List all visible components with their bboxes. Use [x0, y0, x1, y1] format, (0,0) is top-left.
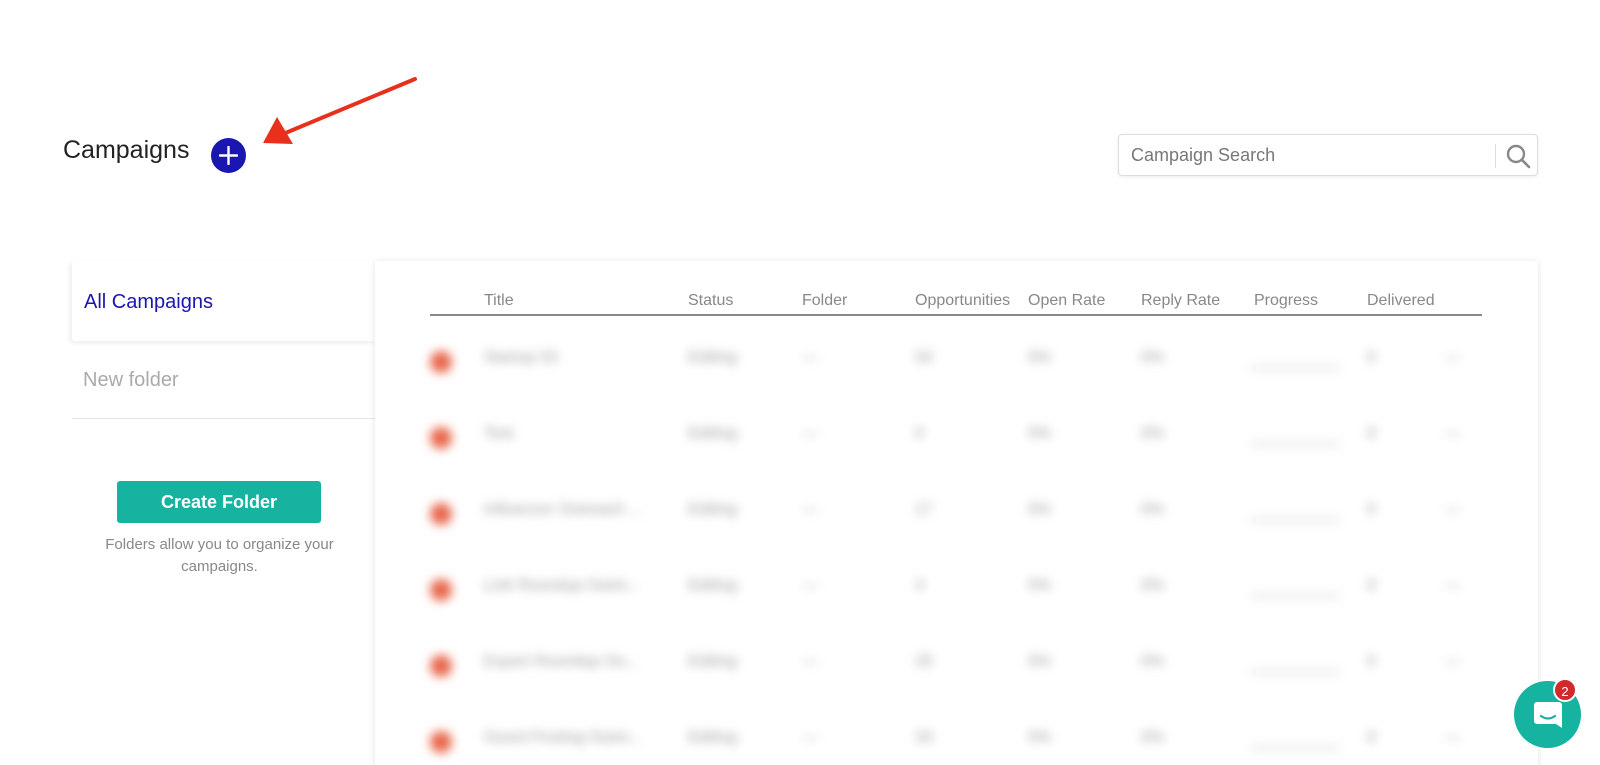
row-title[interactable]: Guest Posting Outre...	[484, 729, 642, 747]
row-folder: —	[802, 729, 818, 746]
folders-sidebar: All Campaigns New folder Create Folder F…	[72, 261, 375, 575]
row-opportunities: 26	[915, 653, 933, 670]
campaigns-table-panel: Title Status Folder Opportunities Open R…	[375, 261, 1538, 765]
row-progress	[1250, 581, 1340, 597]
table-row[interactable]: Test Editing — 0 0% 0% 0 —	[430, 399, 1482, 475]
row-delivered: 0	[1367, 501, 1376, 518]
status-dot-icon	[430, 731, 452, 753]
row-reply-rate: 0%	[1141, 425, 1165, 442]
row-open-rate: 0%	[1028, 425, 1052, 442]
row-folder: —	[802, 349, 818, 366]
row-folder: —	[802, 425, 818, 442]
folder-help-text: Folders allow you to organize your campa…	[105, 536, 334, 575]
row-delivered: 0	[1367, 425, 1376, 442]
column-header-progress[interactable]: Progress	[1254, 292, 1318, 310]
column-header-title[interactable]: Title	[484, 292, 514, 310]
row-delivered: 0	[1367, 349, 1376, 366]
chat-bubble-icon	[1534, 702, 1562, 728]
search-icon[interactable]	[1505, 143, 1531, 169]
row-progress	[1250, 429, 1340, 445]
row-open-rate: 0%	[1028, 577, 1052, 594]
row-title[interactable]: Link Roundup Outre...	[484, 577, 641, 595]
row-reply-rate: 0%	[1141, 501, 1165, 518]
row-open-rate: 0%	[1028, 501, 1052, 518]
table-row[interactable]: Link Roundup Outre... Editing — 3 0% 0% …	[430, 551, 1482, 627]
row-reply-rate: 0%	[1141, 729, 1165, 746]
row-actions[interactable]: —	[1445, 653, 1461, 671]
row-opportunities: 54	[915, 349, 933, 366]
row-open-rate: 0%	[1028, 653, 1052, 670]
row-actions[interactable]: —	[1445, 501, 1461, 519]
notification-badge: 2	[1553, 678, 1577, 702]
row-opportunities: 17	[915, 501, 933, 518]
row-progress	[1250, 353, 1340, 369]
table-row[interactable]: Guest Posting Outre... Editing — 33 0% 0…	[430, 703, 1482, 765]
row-open-rate: 0%	[1028, 349, 1052, 366]
status-dot-icon	[430, 655, 452, 677]
table-header: Title Status Folder Opportunities Open R…	[430, 288, 1482, 316]
search-input[interactable]	[1119, 135, 1494, 175]
column-header-delivered[interactable]: Delivered	[1367, 292, 1435, 310]
status-dot-icon	[430, 579, 452, 601]
row-title[interactable]: Test	[484, 425, 513, 443]
table-row[interactable]: Influencer Outreach ... Editing — 17 0% …	[430, 475, 1482, 551]
row-opportunities: 3	[915, 577, 924, 594]
row-title[interactable]: Expert Roundup Ou...	[484, 653, 639, 671]
row-progress	[1250, 733, 1340, 749]
sidebar-item-new-folder[interactable]: New folder	[72, 341, 375, 419]
row-reply-rate: 0%	[1141, 349, 1165, 366]
row-reply-rate: 0%	[1141, 653, 1165, 670]
column-header-folder[interactable]: Folder	[802, 292, 847, 310]
column-header-opportunities[interactable]: Opportunities	[915, 292, 1010, 310]
row-status: Editing	[688, 425, 737, 442]
row-reply-rate: 0%	[1141, 577, 1165, 594]
row-status: Editing	[688, 729, 737, 746]
row-opportunities: 33	[915, 729, 933, 746]
status-dot-icon	[430, 351, 452, 373]
row-title[interactable]: Startup 03	[484, 349, 558, 367]
row-delivered: 0	[1367, 577, 1376, 594]
row-status: Editing	[688, 653, 737, 670]
column-header-open-rate[interactable]: Open Rate	[1028, 292, 1105, 310]
create-folder-button[interactable]: Create Folder	[117, 481, 321, 523]
table-row[interactable]: Expert Roundup Ou... Editing — 26 0% 0% …	[430, 627, 1482, 703]
table-row[interactable]: Startup 03 Editing — 54 0% 0% 0 —	[430, 323, 1482, 399]
sidebar-item-all-campaigns[interactable]: All Campaigns	[72, 261, 375, 341]
row-actions[interactable]: —	[1445, 577, 1461, 595]
row-progress	[1250, 505, 1340, 521]
row-actions[interactable]: —	[1445, 425, 1461, 443]
row-status: Editing	[688, 349, 737, 366]
column-header-reply-rate[interactable]: Reply Rate	[1141, 292, 1220, 310]
plus-icon	[219, 146, 238, 165]
row-status: Editing	[688, 577, 737, 594]
annotation-arrow-icon	[263, 77, 417, 144]
row-delivered: 0	[1367, 653, 1376, 670]
row-folder: —	[802, 577, 818, 594]
row-actions[interactable]: —	[1445, 349, 1461, 367]
row-open-rate: 0%	[1028, 729, 1052, 746]
row-progress	[1250, 657, 1340, 673]
row-title[interactable]: Influencer Outreach ...	[484, 501, 642, 519]
add-campaign-button[interactable]	[211, 138, 246, 173]
page-title: Campaigns	[63, 136, 190, 164]
row-actions[interactable]: —	[1445, 729, 1461, 747]
row-delivered: 0	[1367, 729, 1376, 746]
campaign-search	[1118, 134, 1538, 176]
status-dot-icon	[430, 503, 452, 525]
status-dot-icon	[430, 427, 452, 449]
row-status: Editing	[688, 501, 737, 518]
search-divider	[1495, 144, 1496, 168]
row-opportunities: 0	[915, 425, 924, 442]
campaign-rows: Startup 03 Editing — 54 0% 0% 0 — Test E…	[430, 323, 1482, 765]
column-header-status[interactable]: Status	[688, 292, 733, 310]
row-folder: —	[802, 501, 818, 518]
row-folder: —	[802, 653, 818, 670]
